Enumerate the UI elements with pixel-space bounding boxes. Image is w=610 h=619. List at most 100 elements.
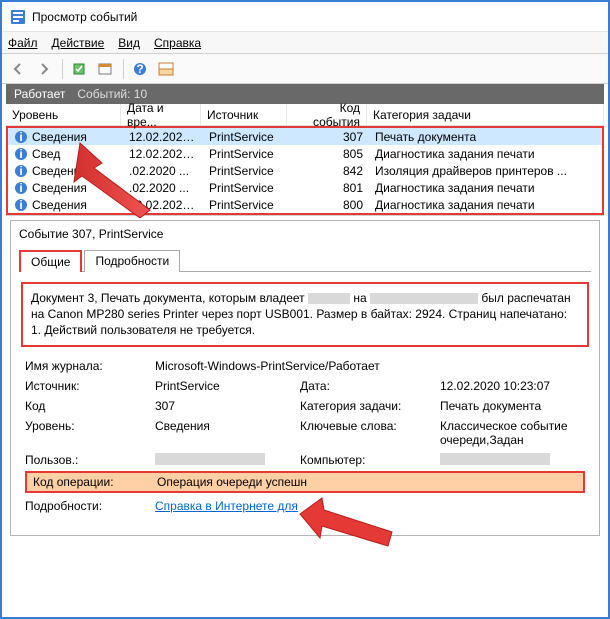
event-header: Событие 307, PrintService: [11, 221, 599, 245]
val-keywords: Классическое событие очереди,Задан: [440, 419, 585, 447]
toolbar: ?: [2, 54, 608, 84]
table-row[interactable]: i Сведения .02.2020 ...PrintService801Диаг…: [8, 179, 602, 196]
details-link-row: Подробности: Справка в Интернете для: [19, 493, 591, 513]
info-icon: i: [14, 198, 28, 212]
cell-category: Диагностика задания печати: [369, 198, 602, 212]
forward-button[interactable]: [32, 57, 56, 81]
cell-code: 800: [289, 198, 369, 212]
cell-date: .02.2020 ...: [123, 181, 203, 195]
info-icon: i: [14, 130, 28, 144]
cell-level: Сведения: [32, 181, 87, 195]
menu-view[interactable]: Вид: [118, 36, 140, 50]
lbl-date: Дата:: [300, 379, 440, 393]
val-computer-masked: [440, 453, 550, 465]
svg-text:i: i: [19, 147, 22, 161]
cell-code: 805: [289, 147, 369, 161]
cell-source: PrintService: [203, 164, 289, 178]
info-icon: i: [14, 147, 28, 161]
cell-date: 12.02.2020 ...: [123, 147, 203, 161]
val-journal: Microsoft-Windows-PrintService/Работает: [155, 359, 585, 373]
tab-details[interactable]: Подробности: [84, 250, 180, 272]
opcode-row: Код операции: Операция очереди успешн: [25, 471, 585, 493]
table-row[interactable]: i Свед 12.02.2020 ...PrintService805Диагно…: [8, 145, 602, 162]
val-user-masked: [155, 453, 265, 465]
cell-code: 801: [289, 181, 369, 195]
help-link[interactable]: Справка в Интернете для: [155, 499, 298, 513]
cell-category: Диагностика задания печати: [369, 147, 602, 161]
col-code[interactable]: Код события: [287, 104, 367, 125]
lbl-computer: Компьютер:: [300, 453, 440, 467]
toolbar-btn-2[interactable]: [93, 57, 117, 81]
val-code: 307: [155, 399, 300, 413]
events-table: Уровень Дата и вре... Источник Код событ…: [6, 104, 604, 216]
svg-text:i: i: [19, 181, 22, 195]
cell-level: Свед: [32, 147, 60, 161]
menu-bar: Файл Действие Вид Справка: [2, 32, 608, 54]
lbl-taskcat: Категория задачи:: [300, 399, 440, 413]
event-count: Событий: 10: [77, 87, 147, 101]
cell-date: 12.02.2020 ...: [123, 198, 203, 212]
masked-computer: [370, 293, 478, 304]
event-description: Документ 3, Печать документа, которым вл…: [21, 282, 589, 347]
cell-date: .02.2020 ...: [123, 164, 203, 178]
lbl-code: Код: [25, 399, 155, 413]
cell-source: PrintService: [203, 181, 289, 195]
lbl-details-link: Подробности:: [25, 499, 155, 513]
val-level: Сведения: [155, 419, 300, 447]
cell-level: Сведени: [32, 164, 80, 178]
lbl-keywords: Ключевые слова:: [300, 419, 440, 447]
cell-source: PrintService: [203, 130, 289, 144]
tab-general[interactable]: Общие: [19, 250, 82, 272]
table-body: iСведения12.02.2020 ...PrintService307Пе…: [6, 126, 604, 215]
svg-text:i: i: [19, 198, 22, 212]
tab-content: Документ 3, Печать документа, которым вл…: [19, 271, 591, 521]
table-row[interactable]: i Сведени .02.2020 ...PrintService842Изоля…: [8, 162, 602, 179]
preview-pane-button[interactable]: [154, 57, 178, 81]
table-header: Уровень Дата и вре... Источник Код событ…: [6, 104, 604, 126]
status-label: Работает: [14, 87, 65, 101]
val-taskcat: Печать документа: [440, 399, 585, 413]
menu-action[interactable]: Действие: [52, 36, 105, 50]
cell-category: Изоляция драйверов принтеров ...: [369, 164, 602, 178]
cell-source: PrintService: [203, 147, 289, 161]
svg-text:i: i: [19, 164, 22, 178]
info-icon: i: [14, 181, 28, 195]
table-row[interactable]: i Сведения 12.02.2020 ...PrintService800Ди…: [8, 196, 602, 213]
info-icon: i: [14, 164, 28, 178]
event-detail-pane: Событие 307, PrintService Общие Подробно…: [10, 220, 600, 536]
col-source[interactable]: Источник: [201, 104, 287, 125]
cell-level: Сведения: [32, 130, 87, 144]
event-fields: Имя журнала: Microsoft-Windows-PrintServ…: [19, 359, 591, 467]
masked-user: [308, 293, 350, 304]
svg-text:?: ?: [136, 62, 143, 76]
cell-date: 12.02.2020 ...: [123, 130, 203, 144]
cell-code: 307: [289, 130, 369, 144]
lbl-opcode: Код операции:: [33, 475, 157, 489]
cell-code: 842: [289, 164, 369, 178]
lbl-user: Пользов.:: [25, 453, 155, 467]
back-button[interactable]: [6, 57, 30, 81]
menu-help[interactable]: Справка: [154, 36, 201, 50]
val-source: PrintService: [155, 379, 300, 393]
toolbar-btn-1[interactable]: [67, 57, 91, 81]
title-bar: Просмотр событий: [2, 2, 608, 32]
table-row[interactable]: i Сведения 12.02.2020 ...PrintService307Пе…: [8, 128, 602, 145]
col-date[interactable]: Дата и вре...: [121, 104, 201, 125]
cell-source: PrintService: [203, 198, 289, 212]
tabs: Общие Подробности: [11, 249, 599, 271]
lbl-level: Уровень:: [25, 419, 155, 447]
col-level[interactable]: Уровень: [6, 104, 121, 125]
svg-text:i: i: [19, 130, 22, 144]
menu-file[interactable]: Файл: [8, 36, 38, 50]
val-opcode: Операция очереди успешн: [157, 475, 307, 489]
val-date: 12.02.2020 10:23:07: [440, 379, 585, 393]
cell-category: Диагностика задания печати: [369, 181, 602, 195]
help-button[interactable]: ?: [128, 57, 152, 81]
lbl-source: Источник:: [25, 379, 155, 393]
window-title: Просмотр событий: [32, 10, 137, 24]
lbl-journal: Имя журнала:: [25, 359, 155, 373]
event-viewer-icon: [10, 9, 26, 25]
cell-category: Печать документа: [369, 130, 602, 144]
cell-level: Сведения: [32, 198, 87, 212]
col-category[interactable]: Категория задачи: [367, 104, 604, 125]
